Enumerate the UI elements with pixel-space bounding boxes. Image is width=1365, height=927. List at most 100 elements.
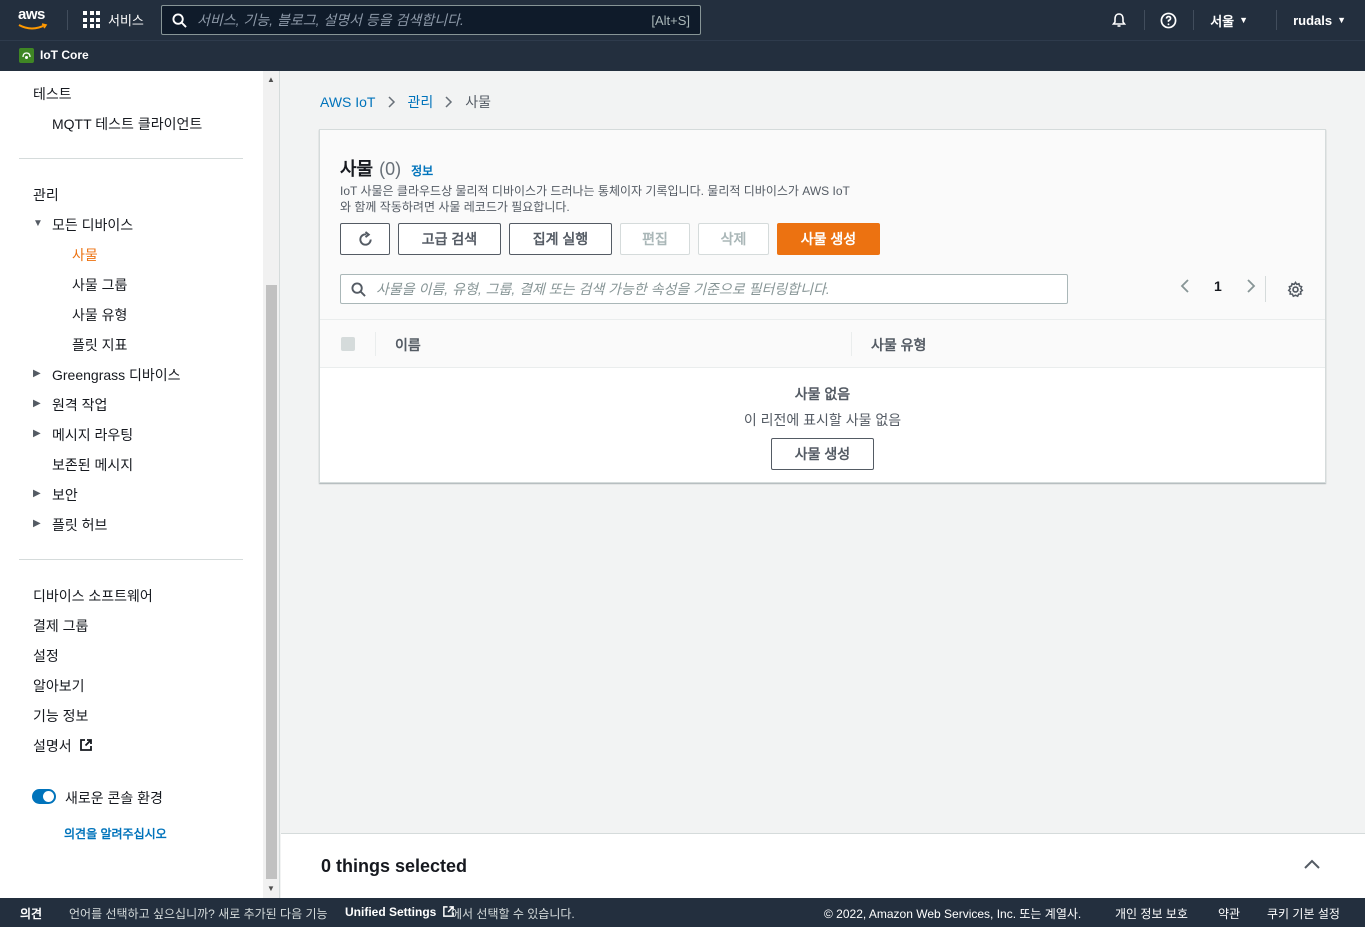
- caret-right-icon[interactable]: ▶: [33, 488, 41, 499]
- chevron-right-icon[interactable]: [1246, 278, 1256, 294]
- column-type-header[interactable]: 사물 유형: [871, 335, 926, 355]
- footer-copyright: © 2022, Amazon Web Services, Inc. 또는 계열사…: [824, 907, 1082, 921]
- caret-down-icon: ▼: [1239, 15, 1249, 25]
- sidebar-item-fleet-hub[interactable]: 플릿 허브: [52, 515, 107, 535]
- sidebar-item-security[interactable]: 보안: [52, 485, 78, 505]
- sidebar-scrollbar[interactable]: ▲ ▼: [263, 71, 280, 898]
- empty-state-title: 사물 없음: [794, 386, 851, 402]
- caret-expanded-icon[interactable]: ▼: [33, 218, 43, 229]
- footer-unified-settings-link[interactable]: Unified Settings: [345, 905, 455, 919]
- bell-icon: [1112, 13, 1127, 27]
- new-console-toggle[interactable]: [32, 789, 56, 804]
- footer-language-prefix: 언어를 선택하고 싶으십니까? 새로 추가된 다음 기능: [69, 907, 328, 921]
- empty-create-thing-button[interactable]: 사물 생성: [771, 438, 874, 470]
- page-title: 사물 (0) 정보: [340, 155, 433, 181]
- region-selector[interactable]: 서울 ▼: [1193, 0, 1276, 40]
- breadcrumb-aws-iot[interactable]: AWS IoT: [320, 94, 376, 110]
- refresh-button[interactable]: [340, 223, 390, 255]
- gear-icon[interactable]: [1287, 281, 1304, 298]
- iot-core-icon: [19, 48, 34, 63]
- sidebar-item-things[interactable]: 사물: [72, 245, 98, 265]
- column-name-header[interactable]: 이름: [395, 335, 421, 355]
- sidebar-item-all-devices[interactable]: 모든 디바이스: [52, 215, 133, 235]
- sidebar-item-retained[interactable]: 보존된 메시지: [52, 455, 133, 475]
- service-bar: IoT Core: [0, 40, 1365, 71]
- page-number[interactable]: 1: [1214, 278, 1222, 294]
- sidebar-section-manage: 관리: [33, 187, 59, 203]
- sidebar-item-settings[interactable]: 설정: [33, 646, 59, 666]
- breadcrumb-manage[interactable]: 관리: [408, 92, 434, 112]
- services-menu-button[interactable]: 서비스: [83, 10, 144, 29]
- new-console-label: 새로운 콘솔 환경: [65, 790, 163, 806]
- sidebar-item-learn[interactable]: 알아보기: [33, 676, 85, 696]
- info-link[interactable]: 정보: [411, 162, 433, 179]
- aws-logo-text: aws: [18, 6, 45, 23]
- sidebar-item-mqtt[interactable]: MQTT 테스트 클라이언트: [52, 114, 202, 134]
- aws-smile-icon: [18, 23, 48, 30]
- services-label: 서비스: [108, 13, 144, 28]
- footer-cookies-link[interactable]: 쿠키 기본 설정: [1267, 905, 1340, 922]
- sidebar-item-billing-groups[interactable]: 결제 그룹: [33, 616, 88, 636]
- caret-right-icon[interactable]: ▶: [33, 398, 41, 409]
- caret-right-icon[interactable]: ▶: [33, 428, 41, 439]
- breadcrumb-current: 사물: [465, 94, 492, 110]
- pagination: 1: [1180, 278, 1256, 294]
- caret-down-icon: ▼: [1337, 15, 1346, 25]
- scroll-thumb[interactable]: [266, 285, 277, 879]
- advanced-search-button[interactable]: 고급 검색: [398, 223, 501, 255]
- footer-terms-link[interactable]: 약관: [1218, 905, 1240, 922]
- chevron-right-icon: [445, 96, 453, 108]
- create-thing-button[interactable]: 사물 생성: [777, 223, 880, 255]
- sidebar-item-greengrass[interactable]: Greengrass 디바이스: [52, 365, 181, 385]
- footer-feedback[interactable]: 의견: [20, 905, 42, 922]
- column-divider: [375, 332, 376, 356]
- nav-divider: [67, 10, 68, 30]
- run-aggregation-button[interactable]: 집계 실행: [509, 223, 612, 255]
- region-label: 서울: [1210, 13, 1235, 29]
- notifications-button[interactable]: [1094, 0, 1144, 40]
- selection-count: 0 things selected: [321, 856, 468, 876]
- scroll-up-icon[interactable]: ▲: [267, 75, 275, 84]
- breadcrumb: AWS IoT 관리 사물: [320, 92, 491, 112]
- edit-button[interactable]: 편집: [620, 223, 690, 255]
- sidebar-item-feature-info[interactable]: 기능 정보: [33, 706, 88, 726]
- footer-privacy-link[interactable]: 개인 정보 보호: [1115, 905, 1188, 922]
- feedback-link[interactable]: 의견을 알려주십시오: [64, 825, 167, 842]
- table-header: 사물 (0) 정보 IoT 사물은 클라우드상 물리적 디바이스가 드러나는 통…: [320, 130, 1325, 320]
- top-right-controls: 서울 ▼ rudals ▼: [1094, 0, 1365, 40]
- divider: [1265, 276, 1266, 302]
- unified-settings-label: Unified Settings: [345, 905, 437, 919]
- sidebar-item-thing-types[interactable]: 사물 유형: [72, 305, 127, 325]
- help-button[interactable]: [1144, 0, 1193, 40]
- chevron-left-icon[interactable]: [1180, 278, 1190, 294]
- filter-input[interactable]: 사물을 이름, 유형, 그룹, 결제 또는 검색 가능한 속성을 기준으로 필터…: [340, 274, 1068, 304]
- sidebar-item-thing-groups[interactable]: 사물 그룹: [72, 275, 127, 295]
- chevron-right-icon: [387, 96, 395, 108]
- column-divider: [851, 332, 852, 356]
- sidebar-item-fleet-metrics[interactable]: 플릿 지표: [72, 335, 127, 355]
- account-menu[interactable]: rudals ▼: [1276, 0, 1365, 40]
- things-table-container: 사물 (0) 정보 IoT 사물은 클라우드상 물리적 디바이스가 드러나는 통…: [319, 129, 1326, 483]
- global-search-input[interactable]: 서비스, 기능, 블로그, 설명서 등을 검색합니다. [Alt+S]: [161, 5, 701, 35]
- things-count: (0): [379, 159, 402, 179]
- divider: [19, 559, 243, 560]
- caret-right-icon[interactable]: ▶: [33, 368, 41, 379]
- external-link-icon: [79, 739, 92, 751]
- sidebar-item-docs[interactable]: 설명서: [33, 736, 93, 756]
- scroll-down-icon[interactable]: ▼: [267, 884, 275, 893]
- side-navigation: 테스트 MQTT 테스트 클라이언트 관리 ▼ 모든 디바이스 사물 사물 그룹…: [0, 71, 263, 898]
- table-column-headers: 이름 사물 유형: [320, 320, 1325, 368]
- select-all-checkbox[interactable]: [341, 337, 355, 351]
- sidebar-item-remote[interactable]: 원격 작업: [52, 395, 107, 415]
- delete-button[interactable]: 삭제: [698, 223, 769, 255]
- search-placeholder: 서비스, 기능, 블로그, 설명서 등을 검색합니다.: [197, 12, 464, 28]
- search-icon: [172, 12, 187, 28]
- sidebar-item-routing[interactable]: 메시지 라우팅: [52, 425, 133, 445]
- service-name[interactable]: IoT Core: [40, 48, 89, 62]
- sidebar-section-test: 테스트: [33, 86, 72, 102]
- chevron-up-icon[interactable]: [1303, 858, 1321, 870]
- caret-right-icon[interactable]: ▶: [33, 518, 41, 529]
- sidebar-item-device-software[interactable]: 디바이스 소프트웨어: [33, 586, 153, 606]
- aws-logo[interactable]: aws: [18, 6, 52, 32]
- search-shortcut: [Alt+S]: [651, 12, 690, 28]
